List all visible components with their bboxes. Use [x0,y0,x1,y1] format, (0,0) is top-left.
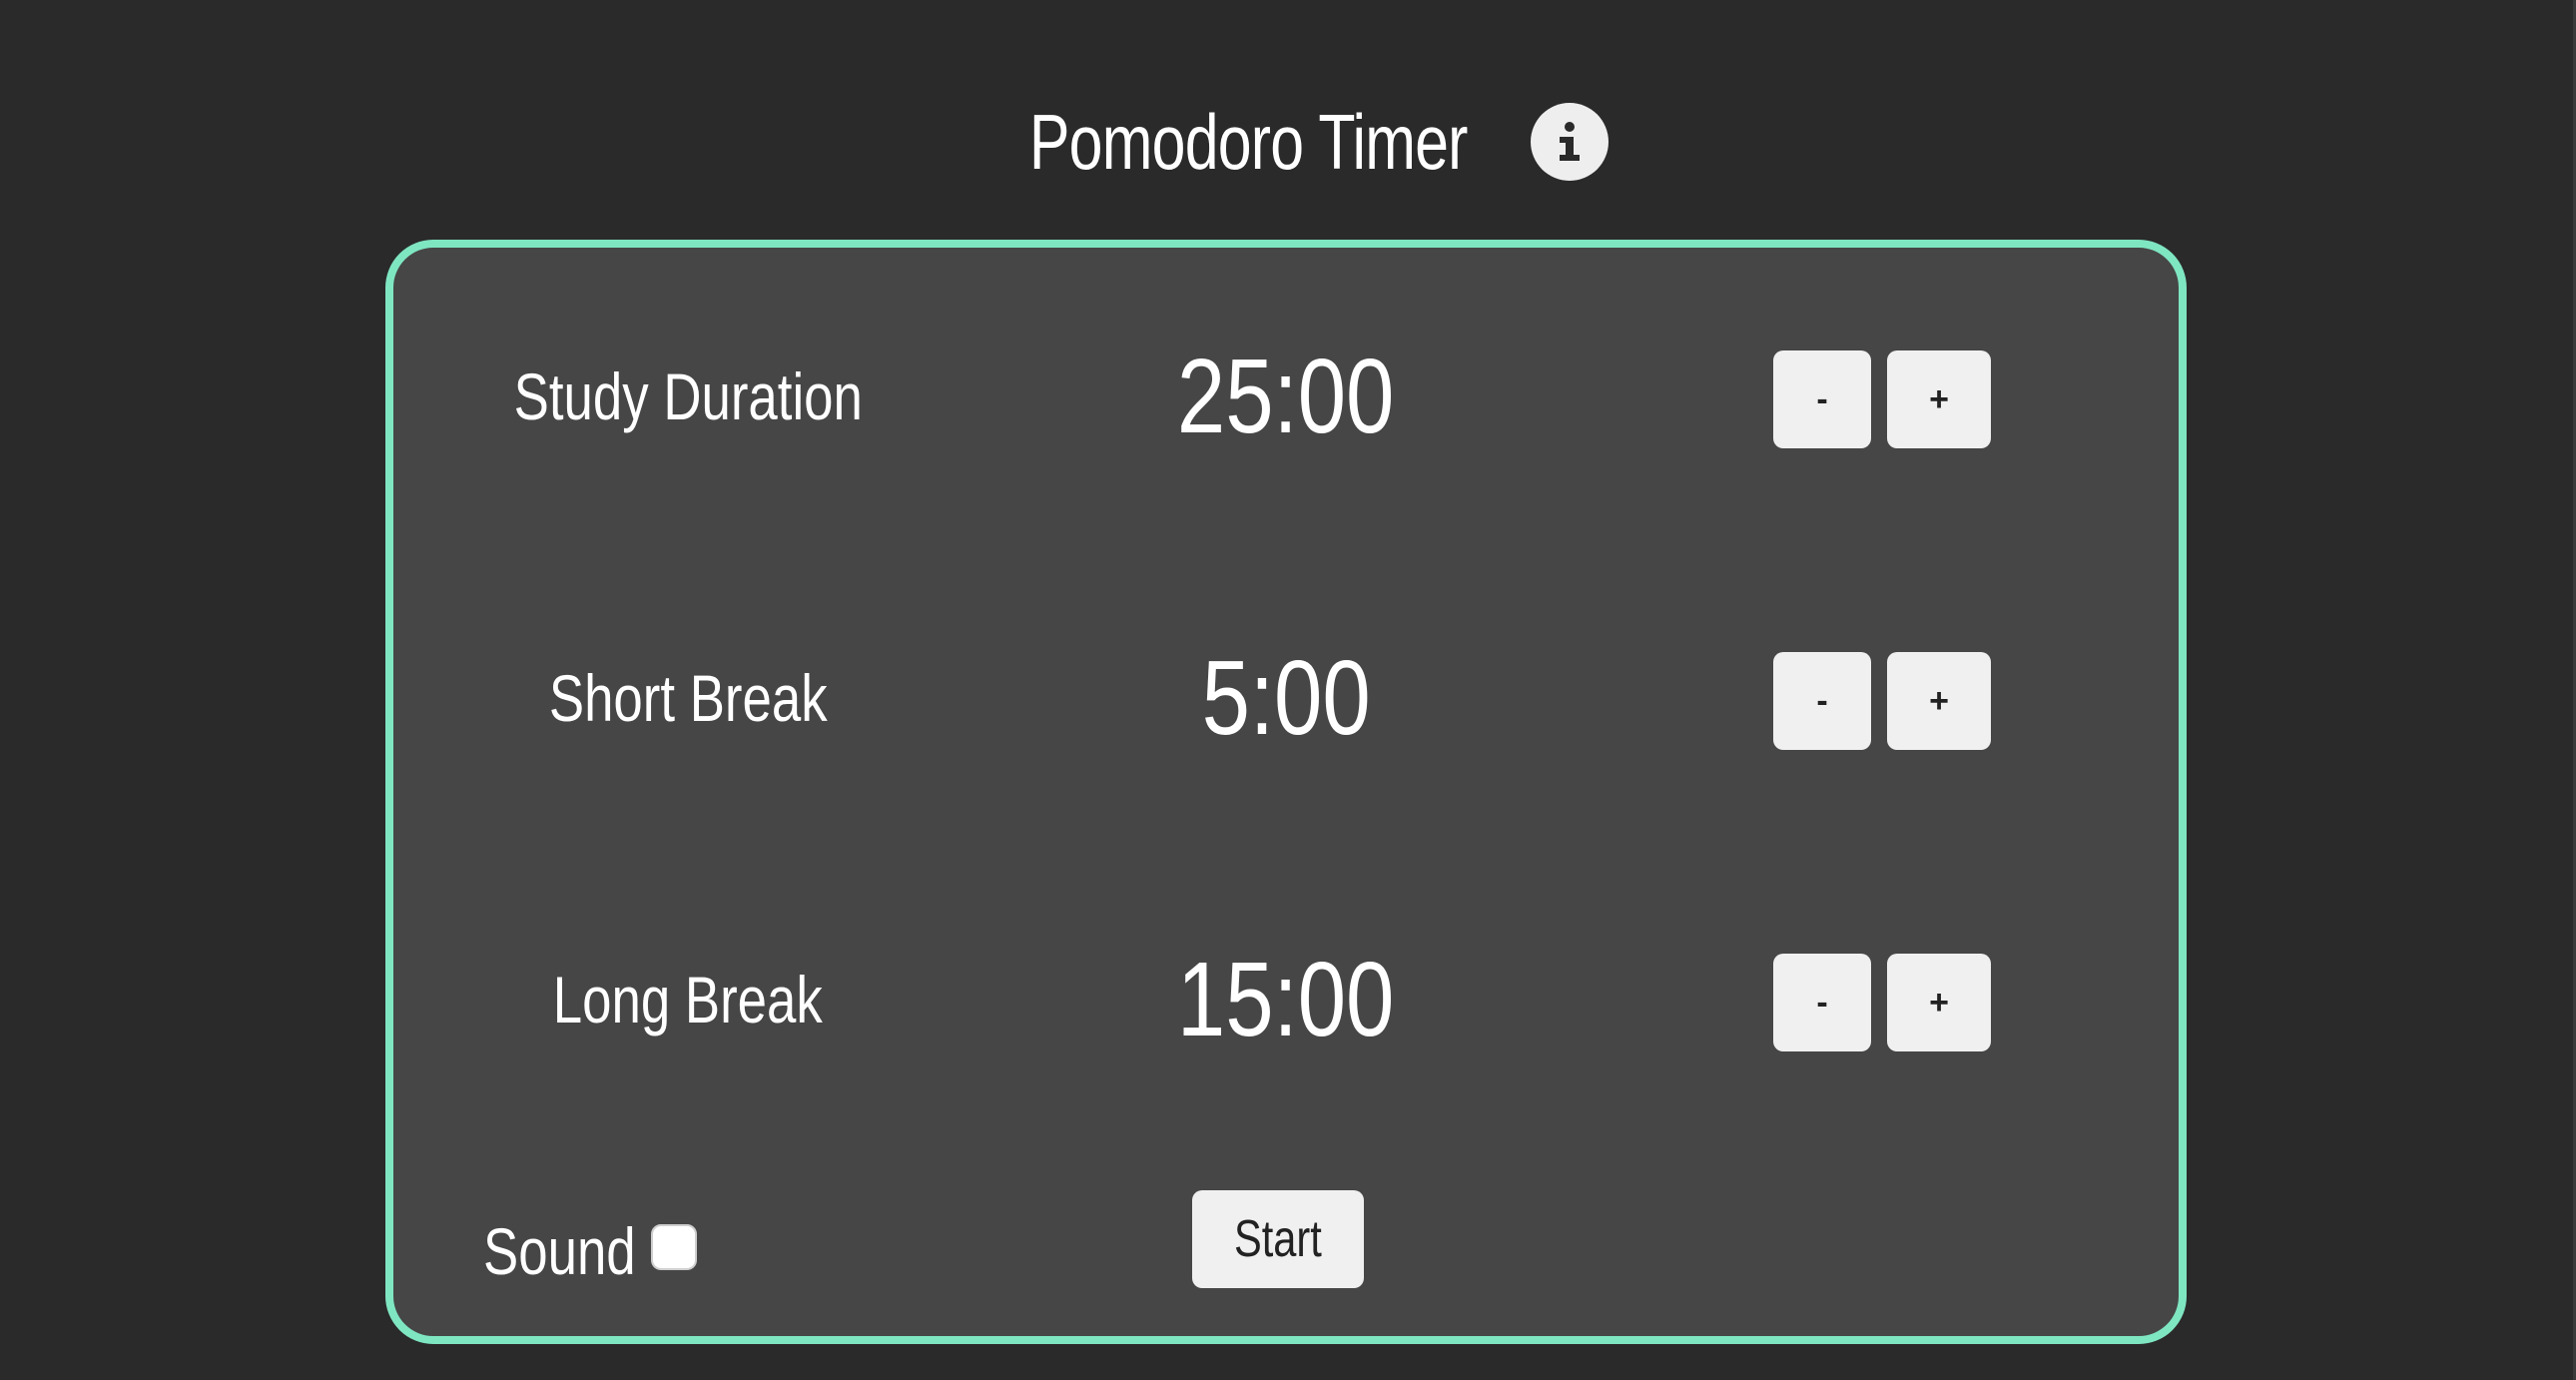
header: Pomodoro Timer [0,82,2576,202]
start-button[interactable]: Start [1192,1190,1364,1288]
short-break-label: Short Break [548,661,828,735]
short-break-decrement-button[interactable]: - [1773,652,1871,750]
study-duration-value: 25:00 [1177,337,1395,455]
study-duration-label: Study Duration [513,359,863,433]
long-break-label: Long Break [552,963,824,1036]
long-break-decrement-button[interactable]: - [1773,954,1871,1051]
study-decrement-button[interactable]: - [1773,350,1871,448]
sound-label: Sound [483,1214,636,1288]
page-title: Pomodoro Timer [1028,97,1469,186]
timer-row-long-break: Long Break 15:00 - + [393,940,2179,1058]
short-break-value: 5:00 [1201,638,1371,757]
long-break-value: 15:00 [1177,940,1395,1058]
timer-row-short-break: Short Break 5:00 - + [393,638,2179,757]
long-break-increment-button[interactable]: + [1887,954,1991,1051]
timer-card: Study Duration 25:00 - + Short Break 5:0… [385,240,2187,1344]
short-break-increment-button[interactable]: + [1887,652,1991,750]
info-icon[interactable] [1531,103,1610,181]
sound-checkbox[interactable] [651,1224,697,1270]
timer-row-study: Study Duration 25:00 - + [393,337,2179,455]
info-glyph-icon [1560,122,1581,161]
study-increment-button[interactable]: + [1887,350,1991,448]
